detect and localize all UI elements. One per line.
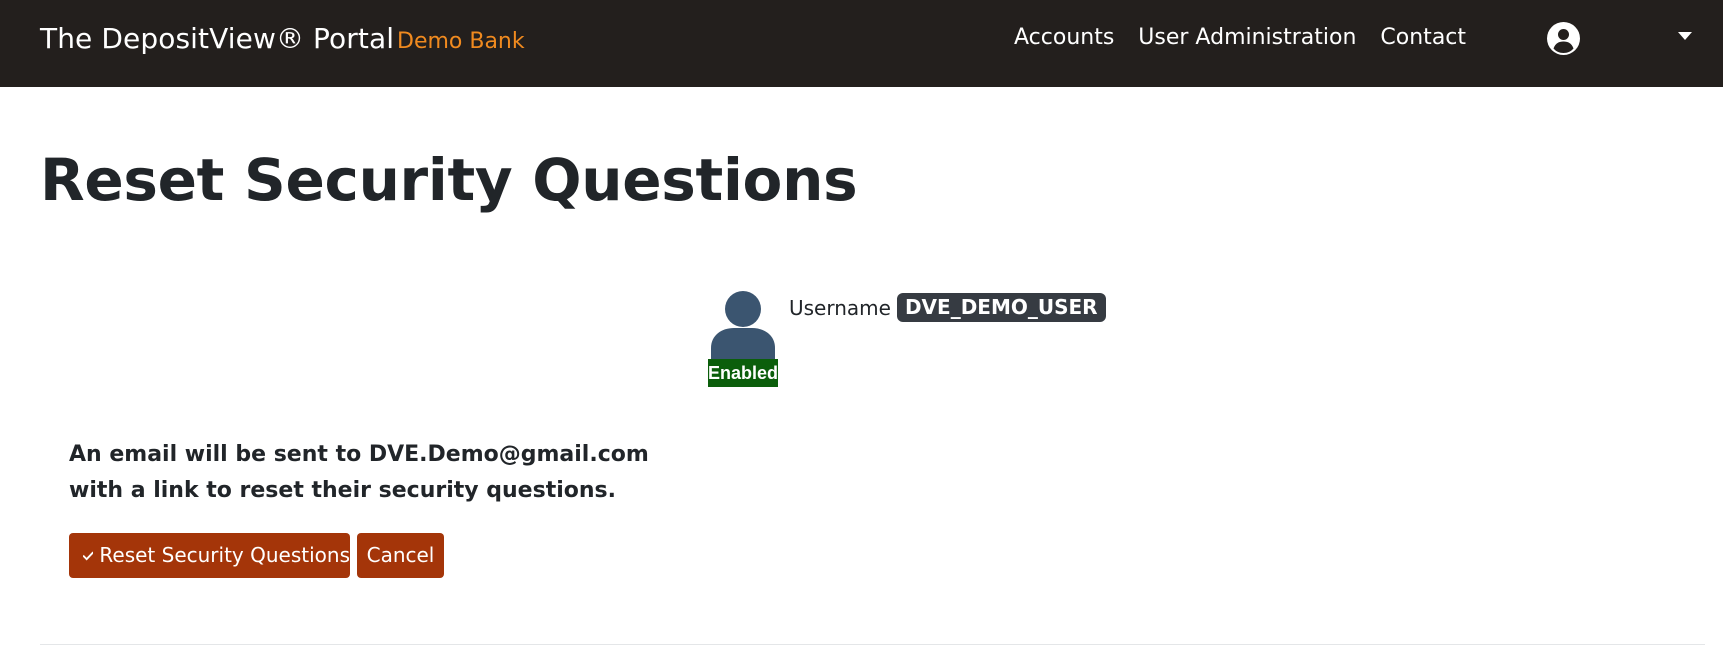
username-label: Username	[789, 295, 891, 320]
email-message-line-1: An email will be sent to DVE.Demo@gmail.…	[69, 442, 649, 467]
bank-name: Demo Bank	[397, 29, 525, 54]
caret-down-icon[interactable]	[1678, 32, 1692, 40]
reset-security-questions-button[interactable]: Reset Security Questions	[69, 533, 350, 578]
check-icon	[83, 551, 94, 560]
reset-button-label: Reset Security Questions	[99, 543, 350, 567]
username-row: Username DVE_DEMO_USER	[789, 293, 1106, 322]
user-card: Enabled	[708, 290, 778, 388]
email-message-line-2: with a link to reset their security ques…	[69, 478, 616, 503]
portal-brand[interactable]: The DepositView® Portal	[40, 22, 394, 55]
top-navbar: The DepositView® Portal Demo Bank Accoun…	[0, 0, 1723, 87]
status-badge: Enabled	[708, 359, 778, 387]
username-value: DVE_DEMO_USER	[896, 293, 1106, 322]
nav-accounts[interactable]: Accounts	[1014, 25, 1114, 50]
user-silhouette-icon	[711, 291, 775, 362]
page-title: Reset Security Questions	[40, 146, 858, 214]
cancel-button[interactable]: Cancel	[357, 533, 444, 578]
section-divider	[40, 644, 1705, 645]
nav-contact[interactable]: Contact	[1380, 25, 1466, 50]
nav-user-administration[interactable]: User Administration	[1138, 25, 1356, 50]
user-circle-icon[interactable]	[1547, 22, 1580, 55]
email-message: An email will be sent to DVE.Demo@gmail.…	[69, 437, 649, 509]
nav-links: Accounts User Administration Contact	[1014, 25, 1466, 50]
